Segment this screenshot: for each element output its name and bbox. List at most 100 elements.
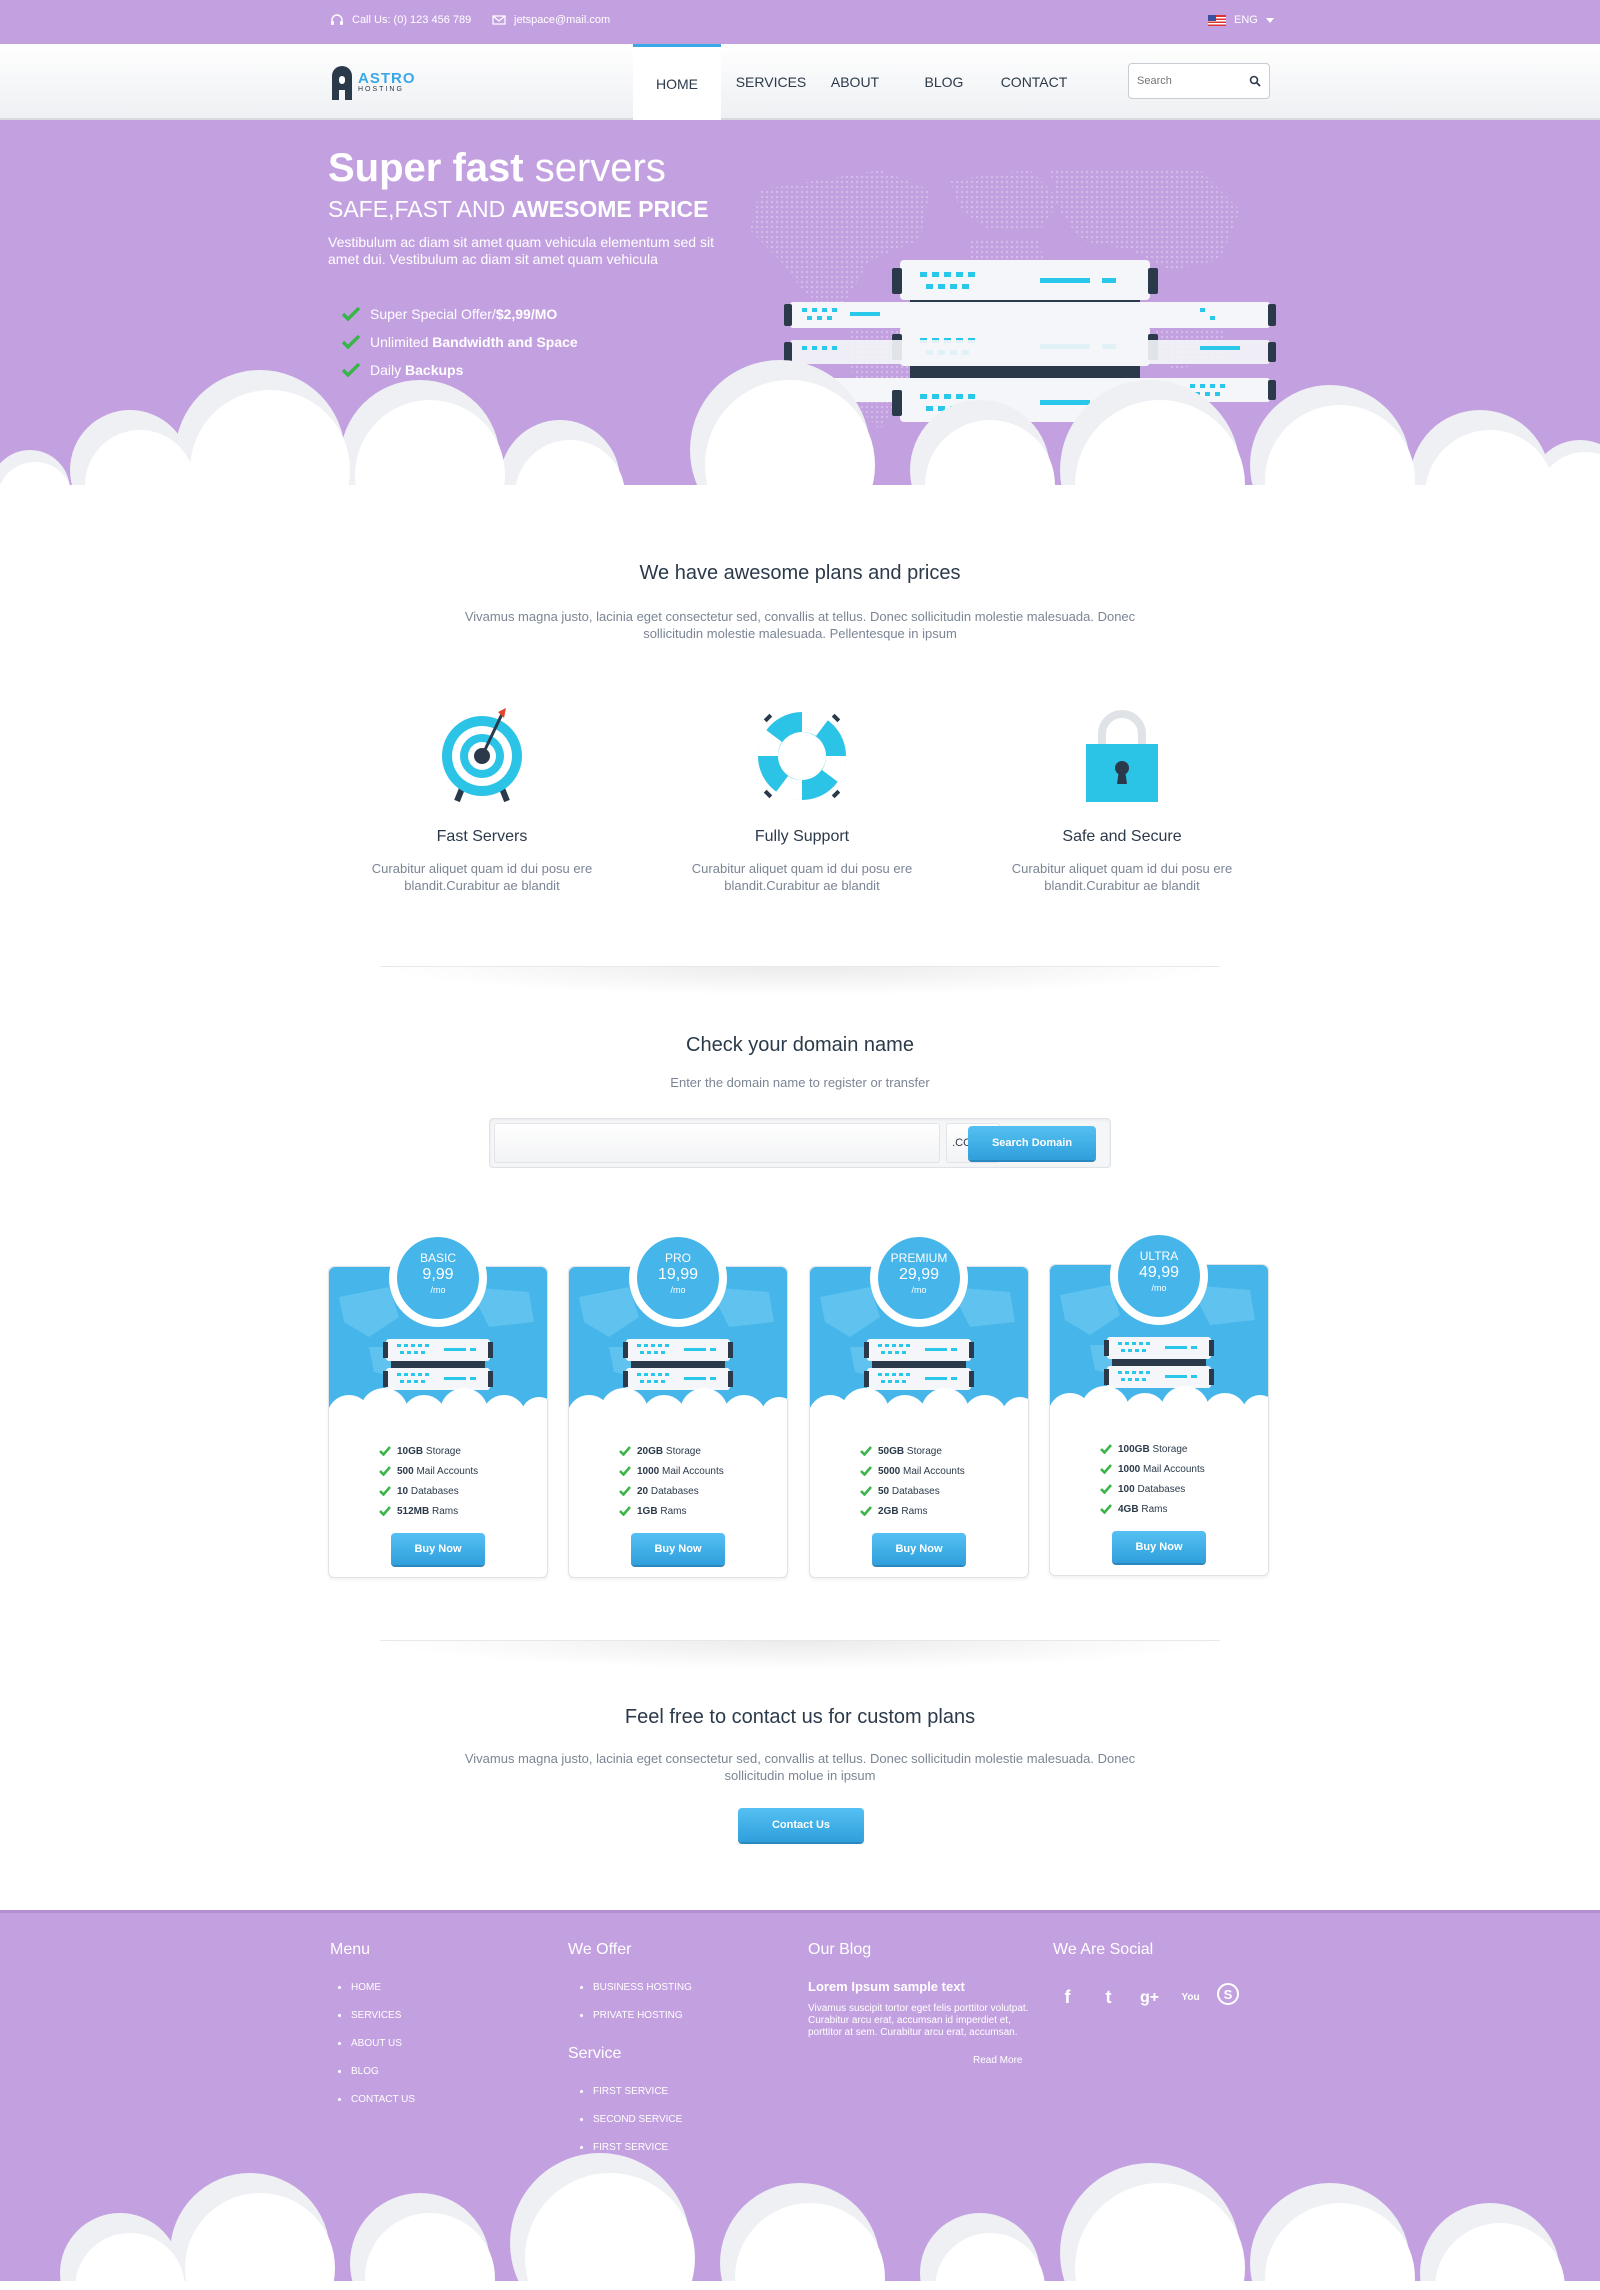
plan-feature: 512MB Rams [379,1501,478,1521]
plan-feature-text: 500 Mail Accounts [397,1465,479,1477]
check-icon [342,335,360,349]
plan-feature-text: 2GB Rams [878,1505,928,1517]
footer: Menu HOME SERVICES ABOUT US BLOG CONTACT… [0,1910,1600,2290]
bullet-icon [338,2041,341,2045]
footer-service-item[interactable]: FIRST SERVICE [580,2077,682,2105]
search-input[interactable] [1129,64,1239,98]
footer-menu-item[interactable]: HOME [338,1973,415,2001]
pricing-card-basic: BASIC 9,99/mo 10GB Storage 500 Mail Account… [328,1229,548,1578]
search-icon[interactable] [1249,75,1261,87]
hero-feature-text: Super Special Offer/$2,99/MO [370,306,558,322]
language-selector[interactable]: ENG [1208,14,1274,26]
facebook-icon[interactable]: f [1053,1983,1082,2012]
plan-price-badge: BASIC 9,99/mo [389,1229,487,1327]
buy-now-button[interactable]: Buy Now [872,1533,966,1565]
plan-feature: 20 Databases [619,1481,724,1501]
buy-now-button[interactable]: Buy Now [631,1533,725,1565]
domain-title: Check your domain name [686,1034,914,1056]
section-divider [380,966,1220,996]
pricing-card-premium: PREMIUM 29,99/mo 50GB Storage 5000 Mail Acc… [809,1229,1029,1578]
custom-plans-title: Feel free to contact us for custom plans [624,1706,976,1728]
plan-feature-text: 20 Databases [637,1485,699,1497]
bullet-icon [580,2145,583,2149]
check-icon [860,1446,872,1456]
check-icon [379,1446,391,1456]
plan-feature-text: 1000 Mail Accounts [1118,1463,1205,1475]
phone-text: Call Us: (0) 123 456 789 [352,14,472,26]
footer-offer-title: We Offer [568,1941,632,1958]
logo[interactable]: ASTRO HOSTING [330,66,416,100]
nav-blog[interactable]: BLOG [889,44,999,120]
main-navbar: ASTRO HOSTING HOME SERVICES ABOUT BLOG C… [0,44,1600,120]
plan-period: /mo [430,1285,446,1295]
feature-title: Fast Servers [436,828,528,845]
plan-feature-list: 10GB Storage 500 Mail Accounts 10 Database… [379,1441,478,1521]
google-plus-icon[interactable]: g+ [1135,1983,1164,2012]
nav-contact[interactable]: CONTACT [999,44,1069,120]
plan-feature: 5000 Mail Accounts [860,1461,965,1481]
pricing-card-ultra: ULTRA 49,99/mo 100GB Storage 1000 Mail Acco… [1049,1227,1269,1576]
domain-subtitle: Enter the domain name to register or tra… [670,1075,930,1090]
plan-feature-list: 100GB Storage 1000 Mail Accounts 100 Datab… [1100,1439,1205,1519]
plan-price: 29,99 [898,1266,940,1283]
plan-price-circle: ULTRA 49,99/mo [1118,1235,1200,1317]
cloud-decoration [0,360,1600,500]
bullet-icon [338,2013,341,2017]
plans-intro-text: Vivamus magna justo, lacinia eget consec… [464,609,1136,641]
email-contact[interactable]: jetspace@mail.com [492,14,610,26]
read-more-link[interactable]: Read More [973,2055,1022,2066]
envelope-icon [492,15,506,25]
hero-feature-item: Unlimited Bandwidth and Space [342,328,578,356]
domain-search-bar: .COM Search Domain [489,1118,1111,1168]
blog-post-title[interactable]: Lorem Ipsum sample text [808,1979,965,1994]
hero-subtitle: SAFE,FAST AND AWESOME PRICE [328,196,708,223]
search-domain-button[interactable]: Search Domain [968,1126,1096,1160]
youtube-icon[interactable]: You [1176,1983,1205,2012]
footer-offer-item[interactable]: PRIVATE HOSTING [580,2001,692,2029]
plan-feature-text: 1000 Mail Accounts [637,1465,724,1477]
phone-contact[interactable]: Call Us: (0) 123 456 789 [330,14,471,26]
email-text: jetspace@mail.com [514,14,611,26]
check-icon [1100,1504,1112,1514]
footer-menu-item[interactable]: SERVICES [338,2001,415,2029]
feature-safe-secure: Safe and Secure Curabitur aliquet quam i… [1002,706,1242,894]
hero-feature-item: Super Special Offer/$2,99/MO [342,300,578,328]
nav-about[interactable]: ABOUT [821,44,889,120]
plan-period: /mo [1151,1283,1167,1293]
hero-title-rest: servers [523,146,666,190]
check-icon [860,1466,872,1476]
footer-service-item[interactable]: SECOND SERVICE [580,2105,682,2133]
top-bar: Call Us: (0) 123 456 789 jetspace@mail.c… [0,0,1600,44]
domain-input-wrap [494,1123,940,1163]
plan-feature-text: 512MB Rams [397,1505,459,1517]
footer-menu-item[interactable]: BLOG [338,2057,415,2085]
plans-intro-title: We have awesome plans and prices [639,562,961,584]
plan-price-circle: PREMIUM 29,99/mo [878,1237,960,1319]
plan-feature: 100GB Storage [1100,1439,1205,1459]
plan-feature: 10GB Storage [379,1441,478,1461]
buy-now-button[interactable]: Buy Now [1112,1531,1206,1563]
footer-menu-list: HOME SERVICES ABOUT US BLOG CONTACT US [338,1973,415,2113]
buy-now-button[interactable]: Buy Now [391,1533,485,1565]
search-box [1128,63,1270,99]
plan-name: PRO [664,1251,691,1265]
hero-feature-text: Unlimited Bandwidth and Space [370,334,578,350]
skype-icon[interactable]: S [1217,1983,1239,2005]
footer-menu-item[interactable]: CONTACT US [338,2085,415,2113]
footer-offer-item[interactable]: BUSINESS HOSTING [580,1973,692,2001]
headset-icon [331,14,343,25]
plan-feature-text: 5000 Mail Accounts [878,1465,965,1477]
feature-fully-support: Fully Support Curabitur aliquet quam id … [682,706,922,894]
blog-post-text: Vivamus suscipit tortor eget felis portt… [808,2003,1029,2038]
footer-menu-item[interactable]: ABOUT US [338,2029,415,2057]
bullet-icon [338,1985,341,1989]
nav-home[interactable]: HOME [633,44,721,120]
domain-input[interactable] [495,1124,895,1162]
plan-feature-text: 100GB Storage [1118,1443,1188,1455]
plan-price: 49,99 [1138,1264,1180,1281]
nav-services[interactable]: SERVICES [721,44,821,120]
twitter-icon[interactable]: t [1094,1983,1123,2012]
contact-us-button[interactable]: Contact Us [738,1808,864,1842]
logo-mark-icon [332,66,352,100]
hero-subtitle-plain: SAFE,FAST AND [328,196,512,222]
